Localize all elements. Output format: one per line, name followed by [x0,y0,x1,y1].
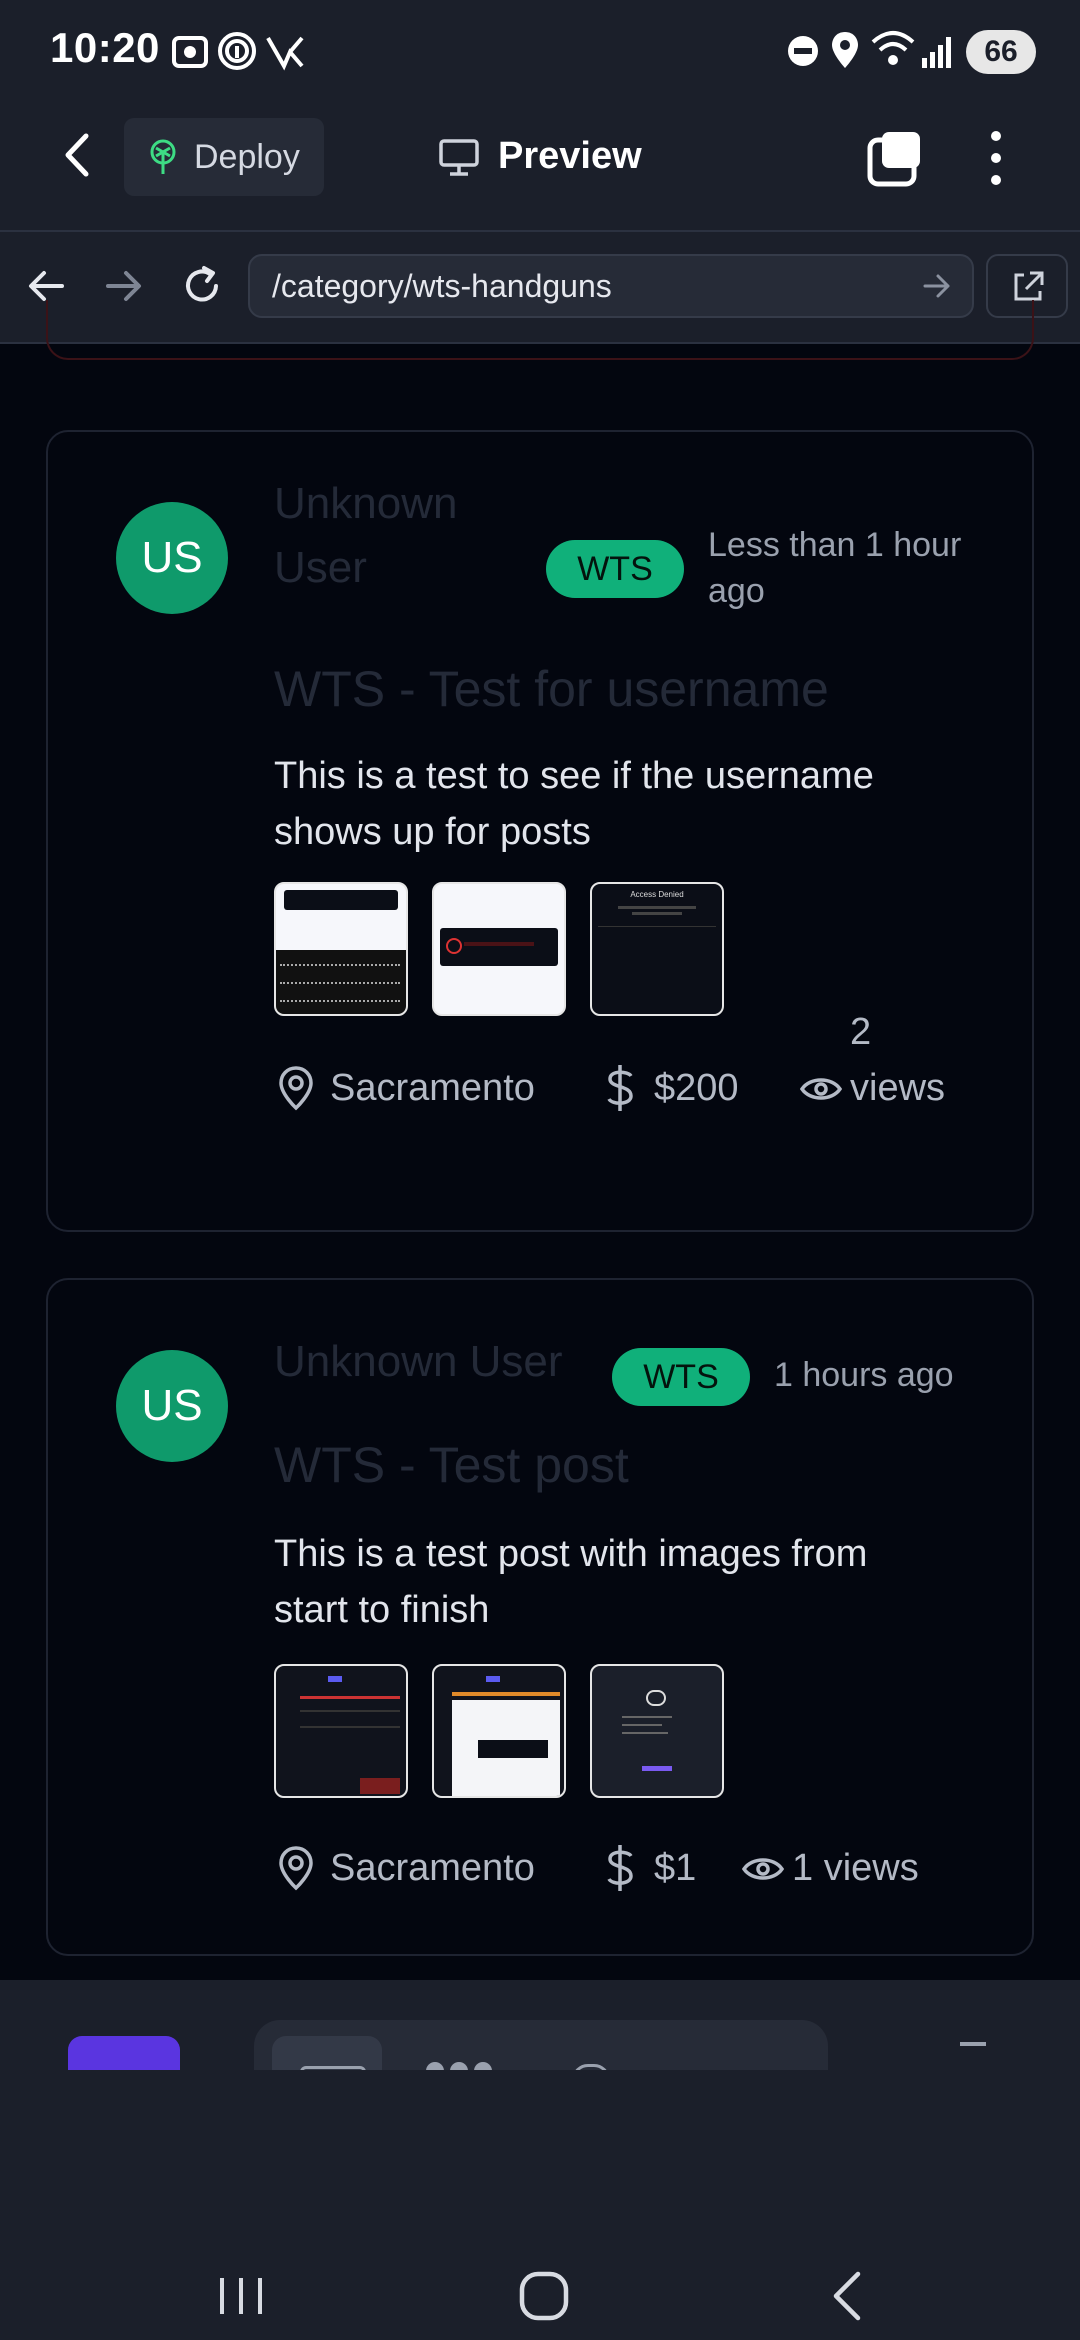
post-views: 1 views [792,1847,919,1889]
app-notification-icon [266,36,304,71]
go-arrow-icon[interactable] [922,272,952,300]
system-navigation-bar [0,2070,1080,2340]
post-description: This is a test to see if the username [274,755,874,797]
post-views: views [850,1067,946,1109]
post-time: ago [708,572,765,610]
post-views: 2 [850,1011,872,1053]
avatar: US [116,1350,228,1462]
eye-icon [800,1078,842,1100]
system-back-icon[interactable] [826,2270,870,2322]
users-icon[interactable] [426,2060,494,2070]
wifi-icon [871,31,915,65]
location-pin-icon [279,1066,313,1111]
post-image-thumbnail[interactable] [432,882,566,1016]
tool-tabs [254,2020,828,2070]
deploy-icon [150,139,176,174]
post-description: This is a test post with images from [274,1533,868,1575]
status-time: 10:20 [50,24,160,71]
browser-forward-icon[interactable] [104,268,144,304]
post-card[interactable]: US Unknown User WTS 1 hours ago WTS - Te… [46,1278,1034,1956]
post-time: Less than 1 hour [708,526,962,564]
location-icon [832,32,858,68]
monitor-icon [439,139,479,176]
post-type-badge: WTS [612,1348,750,1406]
post-time: 1 hours ago [774,1356,954,1394]
battery-indicator: 66 [966,30,1036,74]
post-description: start to finish [274,1589,490,1631]
post-image-thumbnail[interactable] [274,882,408,1016]
browser-back-icon[interactable] [26,268,66,304]
eye-icon [742,1858,784,1880]
signal-icon [922,37,951,68]
post-location: Sacramento [330,1067,535,1109]
avatar: US [116,502,228,614]
author-name: User [274,543,367,592]
tabs-icon[interactable] [866,128,926,188]
deploy-button[interactable]: Deploy [124,118,324,196]
post-image-thumbnail[interactable] [590,1664,724,1798]
agent-button[interactable] [68,2036,180,2070]
post-title[interactable]: WTS - Test post [274,1436,629,1494]
post-description: shows up for posts [274,811,591,853]
home-icon[interactable] [518,2270,570,2322]
post-card[interactable]: US Unknown User WTS Less than 1 hour ago… [46,430,1034,1232]
post-title[interactable]: WTS - Test for username [274,660,829,718]
more-options-icon[interactable] [984,128,1008,188]
back-icon[interactable] [58,130,98,180]
dnd-icon [788,36,818,66]
deploy-label: Deploy [194,138,300,176]
location-pin-icon [279,1846,313,1891]
price-dollar-icon [607,1065,633,1111]
thumbnail-text: Access Denied [630,890,684,899]
status-bar: 10:20 66 [0,0,1080,108]
tool-tab-active[interactable] [272,2036,382,2070]
post-price: $200 [654,1067,739,1109]
post-type-badge: WTS [546,540,684,598]
price-dollar-icon [607,1845,633,1891]
author-name: Unknown [274,479,458,528]
post-image-thumbnail[interactable] [432,1664,566,1798]
post-price: $1 [654,1847,697,1889]
menu-icon[interactable] [960,2042,986,2046]
previous-card-edge [46,300,1034,360]
post-image-thumbnail[interactable] [274,1664,408,1798]
post-image-thumbnail[interactable]: Access Denied [590,882,724,1016]
post-location: Sacramento [330,1847,535,1889]
bottom-tool-panel [0,1980,1080,2070]
author-name: Unknown User [274,1337,563,1386]
recent-apps-icon[interactable] [216,2274,266,2318]
screenshot-icon [172,36,208,68]
fingerprint-icon [218,32,256,70]
preview-title: Preview [498,135,642,177]
